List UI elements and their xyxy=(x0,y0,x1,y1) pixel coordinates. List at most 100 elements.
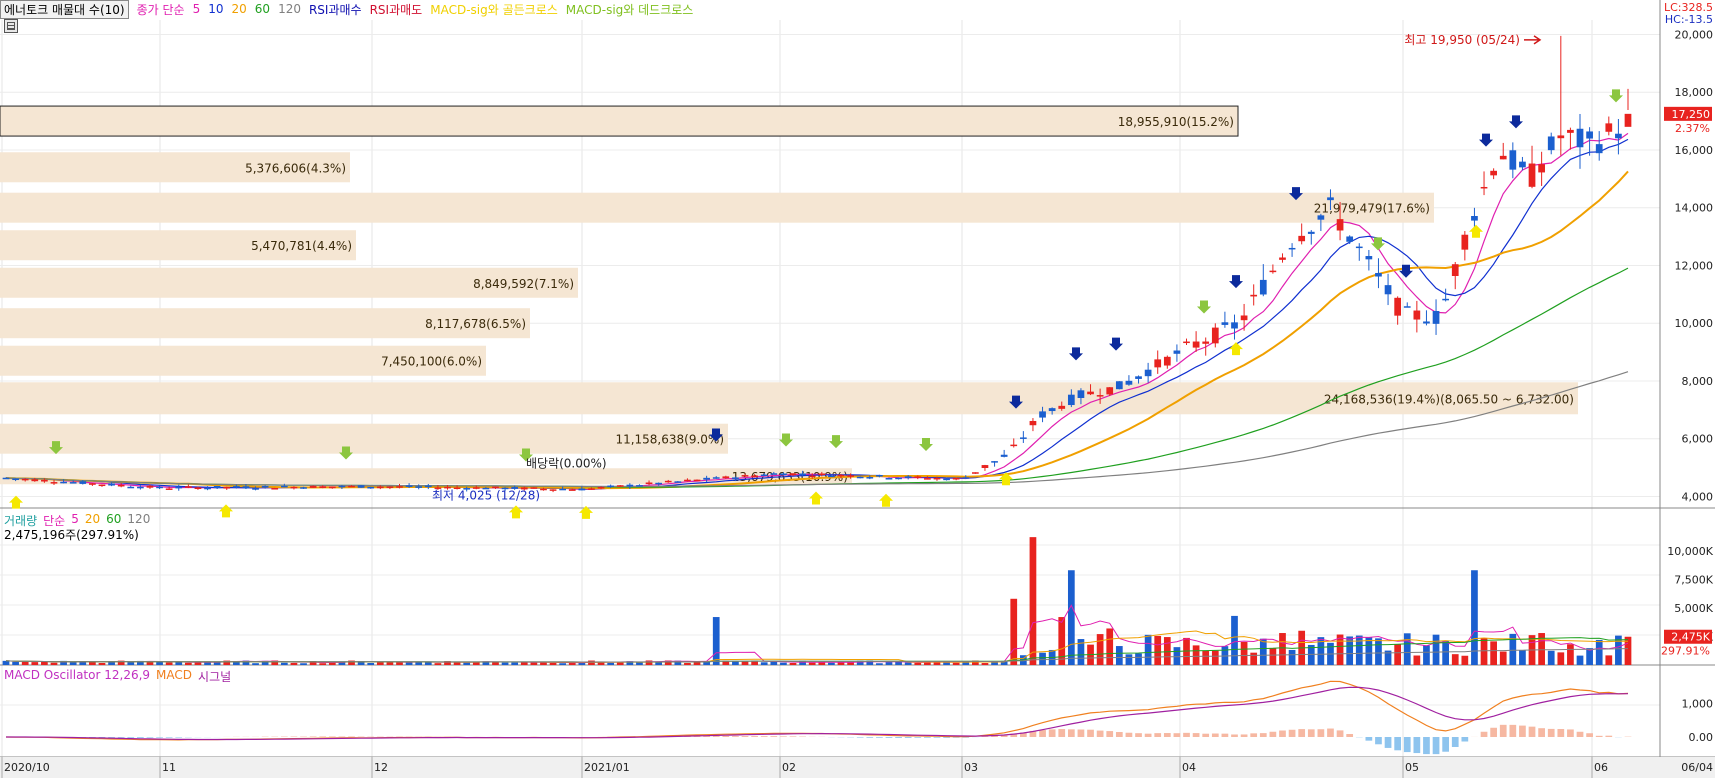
chart-title[interactable]: 에너토크 매물대 수(10) xyxy=(0,0,129,19)
macd-dead-legend[interactable]: MACD-sig와 데드크로스 xyxy=(566,1,694,18)
candle-body xyxy=(1394,297,1402,316)
price-tick-label: 10,000 xyxy=(1675,317,1714,330)
candle-body xyxy=(2,477,10,480)
volume-bar xyxy=(530,662,538,665)
macd-oscillator-bar xyxy=(1048,729,1056,737)
candle-body xyxy=(50,482,58,484)
ma-10: 10 xyxy=(208,2,224,16)
candle-body xyxy=(1471,216,1478,221)
candle-body xyxy=(60,481,67,484)
low-label: 최저 4,025 (12/28) xyxy=(432,489,540,503)
candle-body xyxy=(1557,135,1565,139)
candle-body xyxy=(1231,322,1238,329)
macd-oscillator-bar xyxy=(1154,733,1162,737)
macd-oscillator-bar xyxy=(712,736,720,737)
candle-body xyxy=(194,487,202,490)
x-tick-label: 05 xyxy=(1405,761,1419,774)
candle-body xyxy=(1499,155,1507,160)
candle-body xyxy=(290,486,298,489)
macd-oscillator-bar xyxy=(1231,734,1238,737)
candle-body xyxy=(184,486,192,488)
volume-bar xyxy=(885,662,893,665)
macd-oscillator-bar xyxy=(1125,732,1133,737)
volume-bar xyxy=(1240,641,1248,665)
macd-oscillator-bar xyxy=(895,737,902,738)
volume-bar xyxy=(1135,653,1142,665)
macd-oscillator-bar xyxy=(924,737,931,738)
volume-bar xyxy=(1461,655,1469,665)
volume-bar xyxy=(904,662,912,665)
volume-tick-label: 7,500K xyxy=(1674,573,1713,586)
x-end-label: 06/04 xyxy=(1681,761,1713,774)
candle-body xyxy=(1202,341,1210,344)
ma-legend[interactable]: 종가 단순 xyxy=(137,1,185,18)
candle-body xyxy=(175,486,183,489)
candle-body xyxy=(242,486,250,489)
volume-bar xyxy=(607,662,615,665)
candle-body xyxy=(578,488,586,491)
candle-body xyxy=(1519,161,1526,168)
macd-oscillator-bar xyxy=(885,737,893,738)
candle-body xyxy=(636,485,643,487)
volume-bar xyxy=(501,662,509,665)
volume-current-badge-label: 2,475K xyxy=(1671,631,1710,644)
volume-bar xyxy=(1288,649,1296,665)
candle-body xyxy=(1269,270,1277,273)
macd-oscillator-bar xyxy=(1490,727,1497,737)
volume-bar xyxy=(1490,641,1497,665)
macd-title[interactable]: MACD Oscillator 12,26,9 xyxy=(4,668,150,685)
volume-bar xyxy=(1173,647,1181,665)
volume-bar xyxy=(1259,638,1267,665)
candle-body xyxy=(1336,219,1344,231)
signal-label: 시그널 xyxy=(198,670,232,684)
candle-body xyxy=(1595,144,1603,154)
volume-bar xyxy=(252,663,259,665)
macd-golden-legend[interactable]: MACD-sig와 골든크로스 xyxy=(430,1,558,18)
candle-body xyxy=(885,478,893,480)
rsi-sell-legend[interactable]: RSI과매도 xyxy=(370,1,423,18)
candle-body xyxy=(1355,246,1363,249)
x-tick-label: 11 xyxy=(162,761,176,774)
candle-body xyxy=(165,488,173,490)
candle-body xyxy=(309,485,317,488)
volume-bar xyxy=(1451,654,1459,665)
volume-bar xyxy=(808,662,816,665)
table-icon[interactable] xyxy=(4,19,18,33)
macd-oscillator-bar xyxy=(1336,730,1344,737)
stock-chart[interactable]: 18,955,910(15.2%)21,979,479(17.6%)24,168… xyxy=(0,0,1715,778)
macd-oscillator-bar xyxy=(1106,731,1114,737)
candle-body xyxy=(1567,129,1574,133)
macd-oscillator-bar xyxy=(1173,733,1181,737)
macd-oscillator-bar xyxy=(1058,729,1066,737)
macd-oscillator-bar xyxy=(1077,729,1085,737)
volume-bar xyxy=(559,663,567,665)
volume-bar xyxy=(1355,635,1363,665)
volume-bar xyxy=(319,663,327,665)
candle-body xyxy=(1375,272,1382,277)
volume-bar xyxy=(41,661,48,665)
candle-body xyxy=(31,479,39,482)
candle-body xyxy=(21,478,29,481)
candle-body xyxy=(127,486,135,489)
candle-body xyxy=(693,479,701,482)
macd-oscillator-bar xyxy=(914,737,922,738)
candle-body xyxy=(952,478,960,480)
macd-oscillator-bar xyxy=(1202,733,1210,737)
candle-body xyxy=(415,486,423,488)
volume-bar xyxy=(1499,651,1507,665)
candle-body xyxy=(89,483,96,485)
macd-oscillator-bar xyxy=(1307,729,1315,737)
macd-oscillator-bar xyxy=(1221,733,1229,737)
rsi-buy-legend[interactable]: RSI과매수 xyxy=(309,1,362,18)
volume-bar xyxy=(12,661,19,665)
candle-body xyxy=(664,480,672,483)
candle-body xyxy=(1461,234,1469,250)
price-tick-label: 8,000 xyxy=(1682,375,1714,388)
macd-oscillator-bar xyxy=(856,737,864,738)
volume-bar xyxy=(1154,635,1162,665)
candle-body xyxy=(1048,408,1056,412)
candle-body xyxy=(741,475,749,477)
macd-oscillator-bar xyxy=(1451,737,1459,747)
candle-body xyxy=(271,488,279,490)
macd-tick-label: 0.00 xyxy=(1689,731,1714,744)
